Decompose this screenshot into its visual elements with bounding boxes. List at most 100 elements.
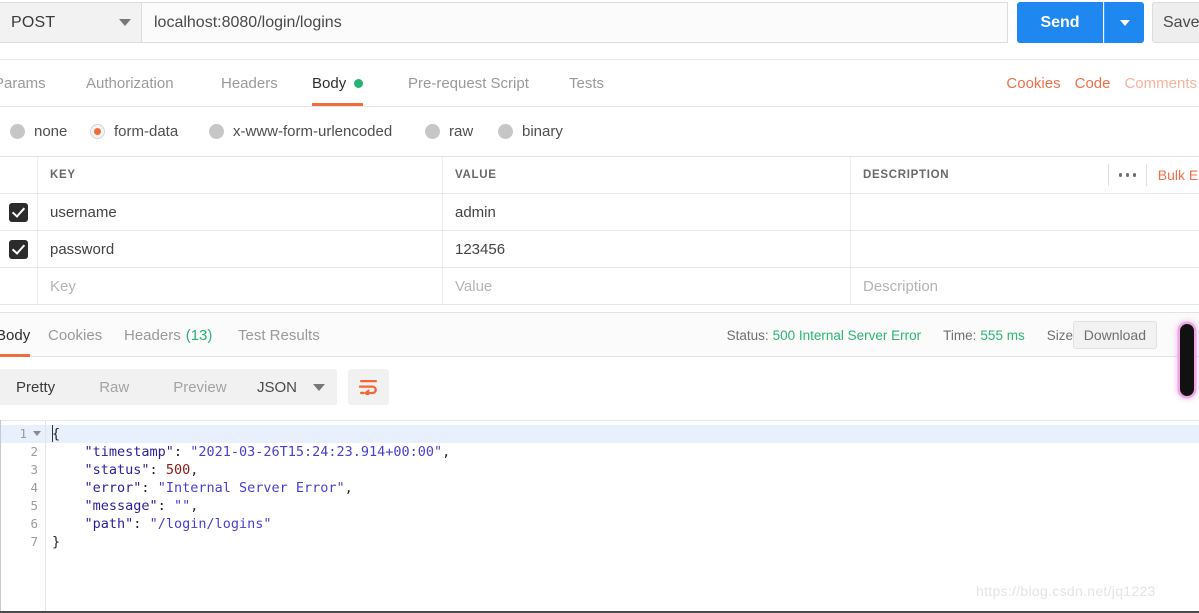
url-input[interactable]: localhost:8080/login/logins [142, 2, 1008, 43]
send-button[interactable]: Send [1017, 2, 1103, 43]
response-tab-headers[interactable]: Headers (13) [124, 313, 212, 357]
code-token-str: "/login/logins" [149, 516, 272, 532]
request-utility-links: Cookies Code Comments [1006, 61, 1199, 106]
empty-row-checkbox-cell [0, 268, 38, 304]
comments-link[interactable]: Comments [1124, 75, 1197, 92]
line-number[interactable]: 1 [0, 425, 45, 443]
row-value-input[interactable]: admin [443, 194, 851, 230]
code-line: "error": "Internal Server Error", [46, 479, 1199, 497]
tab-label: Body [0, 326, 31, 344]
view-mode-pretty[interactable]: Pretty [0, 369, 77, 405]
table-row: password 123456 [0, 231, 1199, 268]
text-cursor [52, 425, 53, 442]
tab-label: Headers [124, 326, 181, 344]
tab-label: Pre-request Script [408, 75, 529, 92]
table-empty-row: Key Value Description [0, 268, 1199, 305]
tab-label: Tests [569, 75, 605, 92]
tab-label: Test Results [238, 326, 320, 344]
radio-label: raw [449, 122, 474, 140]
response-tab-cookies[interactable]: Cookies [48, 313, 102, 357]
table-header-row: KEY VALUE DESCRIPTION Bulk Edit [0, 157, 1199, 194]
more-options-icon[interactable] [1107, 164, 1147, 186]
body-type-radio-group: none form-data x-www-form-urlencoded raw… [0, 108, 1199, 154]
code-line: "path": "/login/logins" [46, 515, 1199, 533]
code-token-pun: : [149, 462, 166, 478]
radio-icon [209, 123, 224, 139]
code-line: } [46, 533, 1199, 551]
row-checkbox-cell [0, 194, 38, 230]
postman-window: POST localhost:8080/login/logins Send Sa… [0, 0, 1199, 613]
vertical-scrollbar-thumb[interactable] [1180, 324, 1194, 396]
tab-body[interactable]: Body [312, 61, 364, 106]
send-options-button[interactable] [1104, 2, 1144, 43]
line-number: 5 [30, 498, 38, 513]
new-value-input[interactable]: Value [443, 268, 851, 304]
code-token-pun: } [52, 534, 61, 550]
row-checkbox-checked-icon[interactable] [9, 239, 28, 259]
tab-params[interactable]: Params [0, 61, 46, 106]
header-checkbox-cell [0, 157, 38, 193]
code-token-num: 500 [165, 462, 191, 478]
cookies-link[interactable]: Cookies [1006, 75, 1060, 92]
radio-label: none [34, 122, 68, 140]
request-url-bar: POST localhost:8080/login/logins Send Sa… [0, 0, 1199, 60]
tab-label: Authorization [86, 75, 174, 92]
row-key-input[interactable]: password [38, 231, 443, 267]
radio-none[interactable]: none [10, 123, 67, 140]
new-description-input[interactable]: Description [851, 268, 1199, 304]
viewer-left-border [0, 420, 1, 613]
response-meta-group: Status: 500 Internal Server Error Time: 55… [727, 313, 1157, 357]
line-number-gutter: 1 2 3 4 5 6 7 [0, 421, 46, 613]
code-token-key: "timestamp" [84, 444, 174, 460]
radio-form-data[interactable]: form-data [90, 123, 178, 140]
chevron-down-icon [1119, 19, 1130, 26]
row-key-input[interactable]: username [38, 194, 443, 230]
tab-pre-request-script[interactable]: Pre-request Script [408, 61, 529, 106]
row-value-input[interactable]: 123456 [443, 231, 851, 267]
view-mode-preview[interactable]: Preview [151, 369, 248, 405]
response-body-viewer[interactable]: 1 2 3 4 5 6 7 { "timestamp": "2021-03-26… [0, 420, 1199, 613]
code-token-pun: , [344, 480, 353, 496]
response-tab-test-results[interactable]: Test Results [238, 313, 320, 357]
tab-tests[interactable]: Tests [569, 61, 604, 106]
radio-x-www-form-urlencoded[interactable]: x-www-form-urlencoded [209, 123, 392, 140]
new-key-input[interactable]: Key [38, 268, 443, 304]
chevron-down-icon [313, 383, 325, 391]
time-value: 555 ms [980, 327, 1025, 343]
json-code-content[interactable]: { "timestamp": "2021-03-26T15:24:23.914+… [46, 421, 1199, 613]
code-token-pun: , [190, 498, 199, 514]
http-method-label: POST [11, 13, 56, 31]
response-format-select[interactable]: JSON [245, 369, 337, 405]
word-wrap-button[interactable] [348, 369, 389, 405]
code-line: "status": 500, [46, 461, 1199, 479]
row-checkbox-checked-icon[interactable] [9, 202, 28, 222]
tab-label: Cookies [48, 326, 103, 344]
fold-arrow-icon[interactable] [33, 431, 41, 436]
tab-headers[interactable]: Headers [221, 61, 278, 106]
download-response-button[interactable]: Download [1072, 321, 1157, 349]
radio-binary[interactable]: binary [498, 123, 563, 140]
code-token-str: "" [173, 498, 191, 514]
status-value: 500 Internal Server Error [772, 327, 922, 343]
radio-raw[interactable]: raw [425, 123, 473, 140]
code-token-pun: : [173, 444, 191, 460]
row-description-input[interactable] [851, 231, 1199, 267]
response-view-toolbar: Pretty Raw Preview JSON [0, 358, 1199, 420]
http-method-select[interactable]: POST [0, 2, 142, 43]
response-tab-body[interactable]: Body [0, 313, 31, 357]
radio-label: x-www-form-urlencoded [233, 122, 393, 140]
save-button[interactable]: Save [1152, 2, 1199, 43]
header-description-cell: DESCRIPTION Bulk Edit [851, 157, 1199, 193]
view-mode-raw[interactable]: Raw [77, 369, 151, 405]
code-token-key: "path" [84, 516, 134, 532]
code-link[interactable]: Code [1075, 75, 1111, 92]
tab-authorization[interactable]: Authorization [86, 61, 174, 106]
response-format-value: JSON [257, 378, 298, 396]
line-number: 4 [30, 480, 38, 495]
row-description-input[interactable] [851, 194, 1199, 230]
line-number: 7 [30, 534, 38, 549]
radio-icon [425, 123, 440, 139]
code-line: "message": "", [46, 497, 1199, 515]
bulk-edit-link[interactable]: Bulk Edit [1158, 167, 1199, 183]
time-stat: Time: 555 ms [943, 328, 1025, 343]
